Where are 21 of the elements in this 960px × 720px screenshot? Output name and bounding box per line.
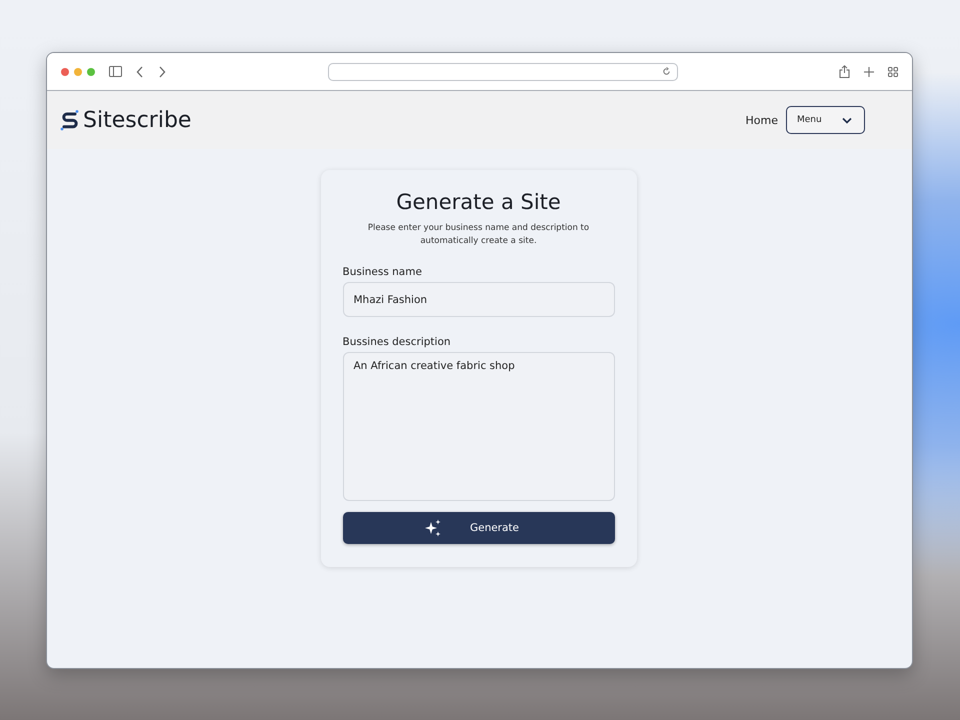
brand-name: Sitescribe [83, 108, 192, 132]
share-icon[interactable] [839, 65, 850, 78]
form-title: Generate a Site [395, 190, 562, 214]
nav-link[interactable]: Home [746, 114, 778, 126]
sidebar-icon[interactable] [109, 66, 122, 77]
sparkles-icon [424, 519, 442, 537]
forward-icon[interactable] [158, 66, 166, 78]
reload-icon[interactable] [662, 67, 670, 76]
field-label: Business name [342, 266, 423, 278]
back-icon[interactable] [136, 66, 144, 78]
tabs-grid-icon[interactable] [888, 66, 898, 76]
logo-icon [59, 109, 81, 131]
form-subtitle: Please enter your business name and description to automatically create a site. [366, 222, 590, 248]
field-label: Bussines description [342, 336, 452, 348]
plus-icon[interactable] [864, 66, 874, 76]
input-field[interactable]: Mhazi Fashion [342, 282, 614, 317]
description-field[interactable]: An African creative fabric shop [342, 352, 614, 501]
menu-dropdown[interactable]: Menu [786, 106, 865, 134]
close-button[interactable] [61, 68, 69, 76]
generate-button[interactable]: Generate [342, 512, 614, 544]
chevron-down-icon [842, 116, 852, 124]
